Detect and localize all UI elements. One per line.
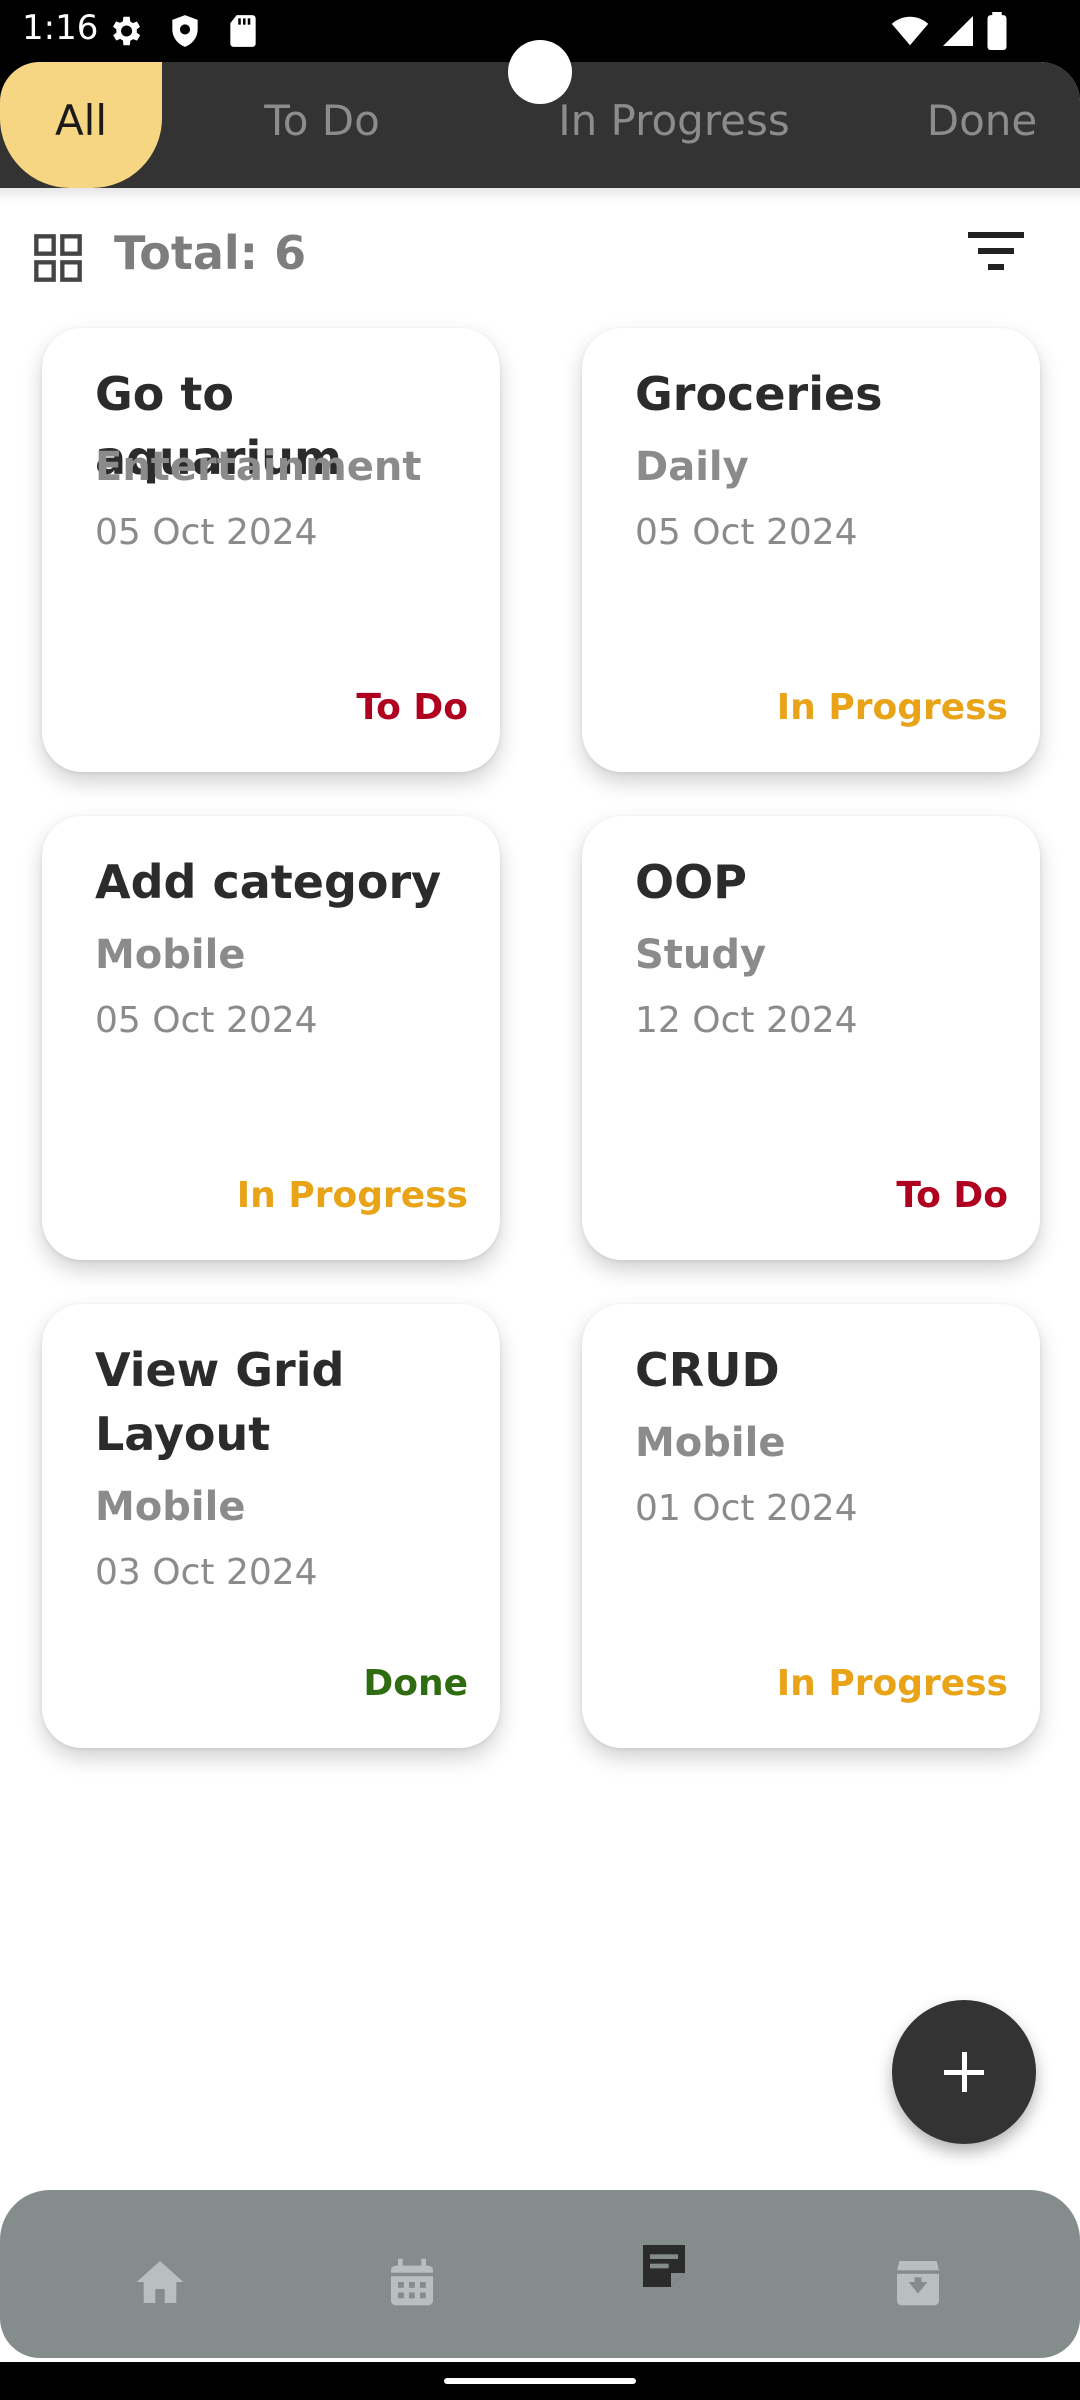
task-title: View Grid Layout (95, 1343, 345, 1461)
wifi-icon (891, 16, 929, 46)
add-task-button[interactable] (892, 2000, 1036, 2144)
tab-to-do[interactable]: To Do (232, 62, 412, 188)
gesture-home-bar[interactable] (444, 2378, 636, 2384)
battery-icon (987, 12, 1007, 50)
tab-done[interactable]: Done (900, 62, 1064, 188)
task-category: Mobile (95, 1484, 246, 1530)
task-status: In Progress (776, 1663, 1008, 1704)
app-content: All To Do In Progress Done Total: 6 Go t… (0, 62, 1080, 2362)
calendar-icon[interactable] (384, 2254, 440, 2310)
task-title: OOP (635, 855, 747, 909)
task-category: Mobile (635, 1420, 786, 1466)
task-status: To Do (356, 687, 468, 728)
task-title: CRUD (635, 1343, 780, 1397)
camera-cutout (508, 40, 572, 104)
task-category: Daily (635, 444, 749, 490)
screen: 1:16 All To Do In Progress Done Total: 6… (0, 0, 1080, 2400)
sd-card-icon (230, 15, 256, 47)
plus-icon-vertical (962, 2052, 967, 2092)
tab-all[interactable]: All (0, 62, 162, 188)
task-title: Groceries (635, 367, 883, 421)
task-date: 12 Oct 2024 (635, 1000, 858, 1041)
home-icon[interactable] (132, 2254, 188, 2310)
cell-signal-icon (943, 16, 973, 46)
tab-in-progress-label: In Progress (558, 96, 790, 145)
bottom-navigation (0, 2190, 1080, 2358)
tab-in-progress[interactable]: In Progress (548, 62, 800, 188)
notes-icon[interactable] (636, 2238, 692, 2294)
archive-icon[interactable] (890, 2254, 946, 2310)
task-title: Add category (95, 855, 442, 909)
task-card[interactable]: View Grid Layout Mobile 03 Oct 2024 Done (42, 1304, 500, 1748)
task-category: Entertainment (95, 444, 422, 490)
task-card[interactable]: OOP Study 12 Oct 2024 To Do (582, 816, 1040, 1260)
task-card[interactable]: CRUD Mobile 01 Oct 2024 In Progress (582, 1304, 1040, 1748)
tabbar-shadow (0, 188, 1080, 202)
task-card[interactable]: Add category Mobile 05 Oct 2024 In Progr… (42, 816, 500, 1260)
task-date: 05 Oct 2024 (95, 1000, 318, 1041)
task-category: Mobile (95, 932, 246, 978)
task-card[interactable]: Groceries Daily 05 Oct 2024 In Progress (582, 328, 1040, 772)
task-date: 03 Oct 2024 (95, 1552, 318, 1593)
task-category: Study (635, 932, 767, 978)
task-status: To Do (896, 1175, 1008, 1216)
tab-done-label: Done (926, 96, 1038, 145)
task-status: In Progress (236, 1175, 468, 1216)
status-time: 1:16 (22, 8, 99, 48)
task-date: 05 Oct 2024 (635, 512, 858, 553)
task-card[interactable]: Go to aquarium Entertainment 05 Oct 2024… (42, 328, 500, 772)
task-date: 01 Oct 2024 (635, 1488, 858, 1529)
filter-icon[interactable] (968, 230, 1024, 270)
task-status: Done (363, 1663, 468, 1704)
total-count: Total: 6 (114, 226, 307, 280)
task-date: 05 Oct 2024 (95, 512, 318, 553)
grid-view-icon[interactable] (32, 232, 84, 284)
tab-to-do-label: To Do (264, 96, 380, 145)
tab-all-label: All (54, 96, 108, 145)
task-status: In Progress (776, 687, 1008, 728)
settings-icon (112, 16, 141, 46)
shield-icon (172, 15, 198, 47)
